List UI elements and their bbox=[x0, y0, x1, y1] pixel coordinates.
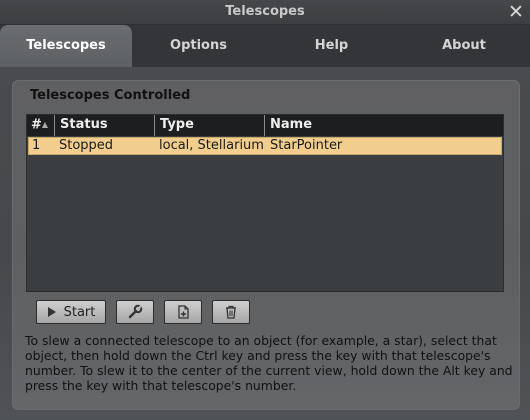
column-header-number[interactable]: #▲ bbox=[27, 115, 55, 136]
add-document-icon bbox=[175, 304, 191, 320]
telescopes-table[interactable]: #▲ Status Type Name 1 Stopped local, Ste… bbox=[26, 114, 504, 292]
section-title: Telescopes Controlled bbox=[30, 88, 191, 103]
tab-bar: Telescopes Options Help About bbox=[0, 25, 530, 67]
sort-ascending-icon: ▲ bbox=[41, 120, 49, 129]
start-button[interactable]: Start bbox=[36, 300, 106, 324]
window-title: Telescopes bbox=[225, 4, 305, 19]
tab-telescopes[interactable]: Telescopes bbox=[0, 25, 132, 67]
tab-about[interactable]: About bbox=[398, 25, 530, 67]
add-telescope-button[interactable] bbox=[164, 300, 202, 324]
cell-type: local, Stellarium bbox=[159, 138, 264, 153]
column-header-name[interactable]: Name bbox=[265, 115, 503, 136]
tab-help[interactable]: Help bbox=[265, 25, 398, 67]
cell-status: Stopped bbox=[59, 138, 114, 153]
configure-button[interactable] bbox=[116, 300, 154, 324]
start-button-label: Start bbox=[63, 304, 96, 320]
title-bar[interactable]: Telescopes ✕ bbox=[0, 0, 530, 25]
close-icon: ✕ bbox=[508, 1, 524, 23]
column-header-type[interactable]: Type bbox=[155, 115, 265, 136]
column-header-status[interactable]: Status bbox=[55, 115, 155, 136]
cell-number: 1 bbox=[32, 138, 41, 153]
table-row[interactable]: 1 Stopped local, Stellarium StarPointer bbox=[28, 137, 502, 155]
help-text: To slew a connected telescope to an obje… bbox=[25, 333, 513, 393]
table-header: #▲ Status Type Name bbox=[27, 115, 503, 136]
play-icon bbox=[47, 306, 57, 318]
trash-icon bbox=[223, 304, 239, 320]
cell-name: StarPointer bbox=[270, 138, 343, 153]
tab-options[interactable]: Options bbox=[132, 25, 265, 67]
close-button[interactable]: ✕ bbox=[506, 1, 526, 23]
telescopes-dialog: Telescopes ✕ Telescopes Options Help Abo… bbox=[0, 0, 530, 420]
remove-telescope-button[interactable] bbox=[212, 300, 250, 324]
wrench-icon bbox=[127, 304, 143, 320]
